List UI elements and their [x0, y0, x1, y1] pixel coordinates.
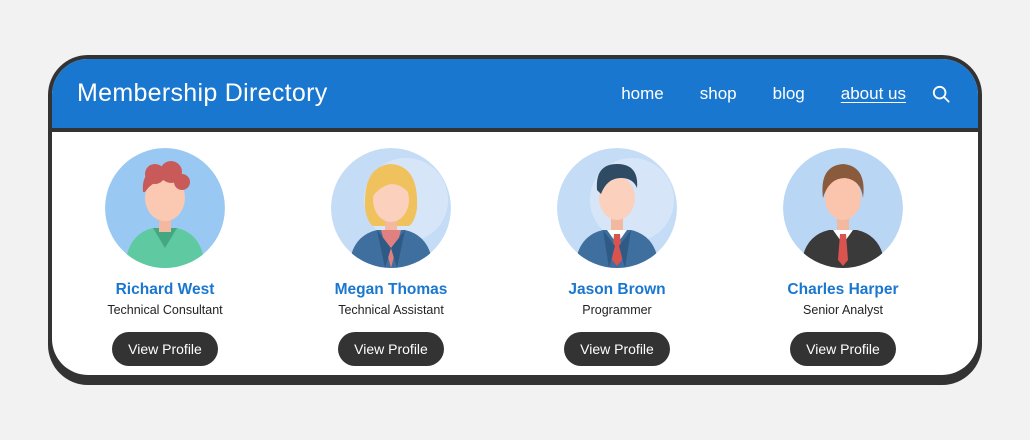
member-list: Richard West Technical Consultant View P… — [52, 132, 978, 366]
site-title: Membership Directory — [77, 79, 328, 107]
view-profile-button[interactable]: View Profile — [112, 332, 218, 366]
member-name: Jason Brown — [568, 281, 666, 298]
member-role: Technical Assistant — [338, 303, 444, 317]
member-name: Megan Thomas — [334, 281, 448, 298]
directory-card: Membership Directory home shop blog abou… — [52, 59, 978, 375]
member-role: Senior Analyst — [803, 303, 883, 317]
member-card: Charles Harper Senior Analyst View Profi… — [730, 148, 956, 366]
avatar — [331, 148, 451, 268]
member-card: Jason Brown Programmer View Profile — [504, 148, 730, 366]
member-card: Richard West Technical Consultant View P… — [52, 148, 278, 366]
avatar — [783, 148, 903, 268]
member-name: Charles Harper — [787, 281, 899, 298]
nav-blog[interactable]: blog — [773, 84, 805, 104]
search-icon[interactable] — [932, 85, 950, 103]
member-role: Technical Consultant — [107, 303, 223, 317]
view-profile-button[interactable]: View Profile — [790, 332, 896, 366]
member-role: Programmer — [582, 303, 652, 317]
avatar — [105, 148, 225, 268]
member-card: Megan Thomas Technical Assistant View Pr… — [278, 148, 504, 366]
member-name: Richard West — [115, 281, 215, 298]
nav-about-us[interactable]: about us — [841, 84, 906, 104]
main-nav: home shop blog about us — [585, 84, 950, 104]
avatar — [557, 148, 677, 268]
view-profile-button[interactable]: View Profile — [338, 332, 444, 366]
header-bar: Membership Directory home shop blog abou… — [52, 59, 978, 132]
directory-frame: Membership Directory home shop blog abou… — [48, 55, 982, 385]
view-profile-button[interactable]: View Profile — [564, 332, 670, 366]
nav-home[interactable]: home — [621, 84, 664, 104]
nav-shop[interactable]: shop — [700, 84, 737, 104]
